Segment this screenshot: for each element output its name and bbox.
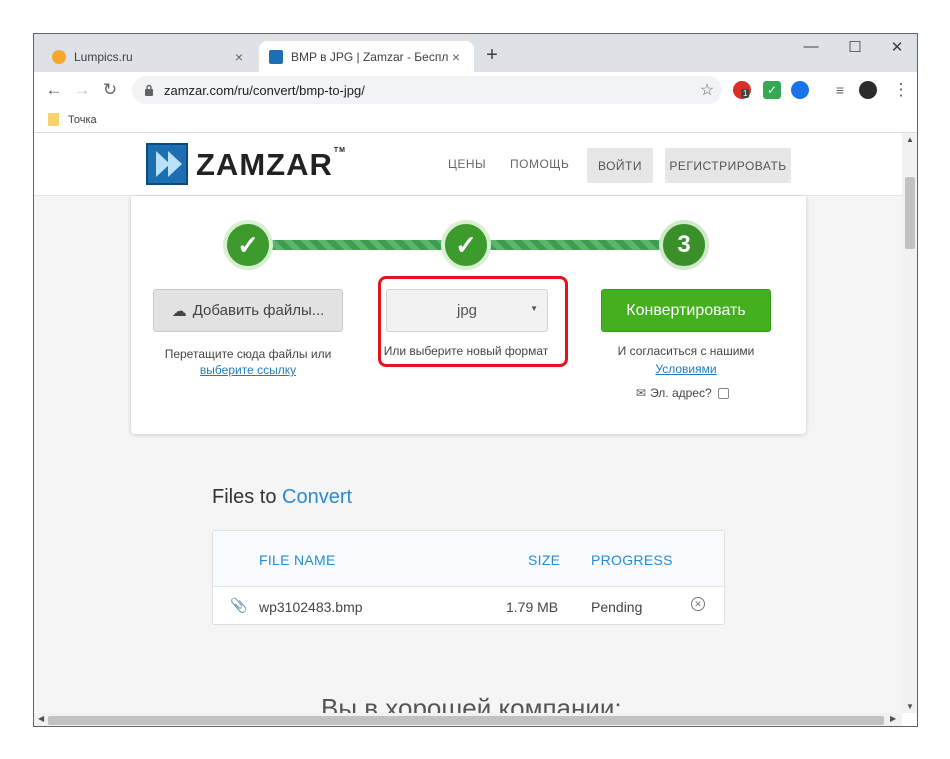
site-header: ZAMZARTM ЦЕНЫ ПОМОЩЬ ВОЙТИ РЕГИСТРИРОВАТ…: [34, 133, 902, 196]
forward-icon[interactable]: →: [70, 78, 94, 102]
tab-title: Lumpics.ru: [74, 49, 133, 64]
menu-kebab-icon[interactable]: ⋮: [889, 78, 913, 102]
close-window-icon[interactable]: ✕: [877, 38, 917, 56]
email-label: Эл. адрес?: [650, 386, 712, 400]
nav-help[interactable]: ПОМОЩЬ: [510, 157, 569, 171]
back-icon[interactable]: ←: [42, 78, 66, 102]
zamzar-logo-icon[interactable]: [146, 143, 188, 185]
select-link[interactable]: выберите ссылку: [153, 362, 343, 378]
paperclip-icon: 📎: [230, 597, 248, 613]
email-option: ✉ Эл. адрес?: [636, 386, 729, 400]
profile-avatar[interactable]: [859, 81, 877, 99]
page-viewport: ZAMZARTM ЦЕНЫ ПОМОЩЬ ВОЙТИ РЕГИСТРИРОВАТ…: [34, 133, 902, 713]
register-button[interactable]: РЕГИСТРИРОВАТЬ: [665, 148, 791, 183]
file-size: 1.79 MB: [506, 599, 559, 615]
extension-globe-icon[interactable]: [791, 81, 809, 99]
tab-title: BMP в JPG | Zamzar - Бесплатна: [291, 49, 448, 64]
terms-hint: И согласиться с нашими Условиями: [601, 342, 771, 378]
converter-card: ✓ ✓ 3 ☁ Добавить файлы... Перетащите сюд…: [131, 196, 806, 434]
files-heading-text: Files to: [212, 486, 277, 508]
format-select[interactable]: jpg ▼: [386, 289, 548, 332]
remove-file-icon[interactable]: ✕: [691, 597, 705, 611]
bookmark-star-icon[interactable]: ☆: [692, 80, 722, 100]
address-bar[interactable]: zamzar.com/ru/convert/bmp-to-jpg/ ☆: [132, 76, 722, 104]
bookmark-tochka[interactable]: Точка: [68, 114, 97, 126]
login-button[interactable]: ВОЙТИ: [587, 148, 653, 183]
folder-icon: [48, 113, 59, 126]
col-size: SIZE: [528, 552, 561, 568]
bookmarks-bar: Точка: [34, 107, 917, 133]
media-control-icon[interactable]: ≡: [831, 81, 849, 99]
files-heading-accent: Convert: [282, 486, 353, 508]
files-table: FILE NAME SIZE PROGRESS 📎 wp3102483.bmp …: [212, 530, 725, 625]
vertical-scroll-thumb[interactable]: [905, 177, 915, 249]
step-1-check-icon: ✓: [223, 220, 273, 270]
files-heading: Files to Convert: [212, 486, 352, 509]
format-hint: Или выберите новый формат: [383, 344, 549, 358]
agree-text: И согласиться с нашими: [617, 344, 755, 358]
tab-zamzar[interactable]: BMP в JPG | Zamzar - Бесплатна ×: [259, 41, 474, 72]
terms-link[interactable]: Условиями: [601, 360, 771, 378]
horizontal-scrollbar[interactable]: ◀ ▶: [34, 713, 902, 726]
browser-window: Lumpics.ru × BMP в JPG | Zamzar - Беспла…: [33, 33, 918, 727]
add-files-label: Добавить файлы...: [192, 302, 325, 319]
step-2-check-icon: ✓: [441, 220, 491, 270]
zamzar-favicon-icon: [269, 49, 283, 64]
col-progress: PROGRESS: [591, 552, 673, 568]
table-header: FILE NAME SIZE PROGRESS: [213, 531, 724, 587]
scroll-left-icon[interactable]: ◀: [38, 714, 44, 723]
minimize-icon[interactable]: —: [791, 38, 831, 55]
file-progress: Pending: [591, 599, 643, 615]
browser-toolbar: ← → ↻ zamzar.com/ru/convert/bmp-to-jpg/ …: [34, 72, 917, 107]
vertical-scrollbar[interactable]: ▲ ▼: [902, 133, 917, 713]
lumpics-favicon-icon: [52, 49, 66, 64]
tab-lumpics[interactable]: Lumpics.ru ×: [42, 41, 257, 72]
extension-red-icon[interactable]: 1: [733, 81, 751, 99]
tab-close-icon[interactable]: ×: [448, 49, 464, 65]
cloud-upload-icon: ☁: [171, 302, 187, 320]
tab-strip: Lumpics.ru × BMP в JPG | Zamzar - Беспла…: [34, 34, 917, 72]
dropdown-caret-icon: ▼: [530, 304, 538, 313]
convert-button[interactable]: Конвертировать: [601, 289, 771, 332]
drag-text: Перетащите сюда файлы или: [164, 347, 332, 361]
logo-wordmark[interactable]: ZAMZARTM: [196, 147, 346, 183]
step-3-number: 3: [659, 220, 709, 270]
tab-close-icon[interactable]: ×: [231, 49, 247, 65]
url-text: zamzar.com/ru/convert/bmp-to-jpg/: [164, 82, 365, 98]
nav-prices[interactable]: ЦЕНЫ: [448, 157, 486, 171]
reload-icon[interactable]: ↻: [98, 78, 122, 102]
scroll-right-icon[interactable]: ▶: [890, 714, 896, 723]
drag-drop-hint: Перетащите сюда файлы или выберите ссылк…: [153, 346, 343, 378]
scroll-up-icon[interactable]: ▲: [902, 135, 917, 144]
logo-tm: TM: [333, 147, 346, 154]
extension-check-icon[interactable]: ✓: [763, 81, 781, 99]
scroll-down-icon[interactable]: ▼: [902, 702, 917, 711]
format-value: jpg: [456, 302, 478, 319]
company-heading: Вы в хорошей компании:: [321, 693, 622, 713]
envelope-icon: ✉: [636, 386, 647, 400]
col-file-name: FILE NAME: [259, 552, 336, 568]
maximize-icon[interactable]: ☐: [835, 38, 875, 56]
file-name: wp3102483.bmp: [259, 599, 363, 615]
email-checkbox[interactable]: [717, 387, 729, 399]
new-tab-icon[interactable]: +: [482, 44, 502, 67]
add-files-button[interactable]: ☁ Добавить файлы...: [153, 289, 343, 332]
extension-badge: 1: [741, 89, 750, 98]
horizontal-scroll-thumb[interactable]: [48, 716, 884, 725]
lock-icon: [145, 84, 153, 96]
logo-text: ZAMZAR: [196, 147, 333, 182]
